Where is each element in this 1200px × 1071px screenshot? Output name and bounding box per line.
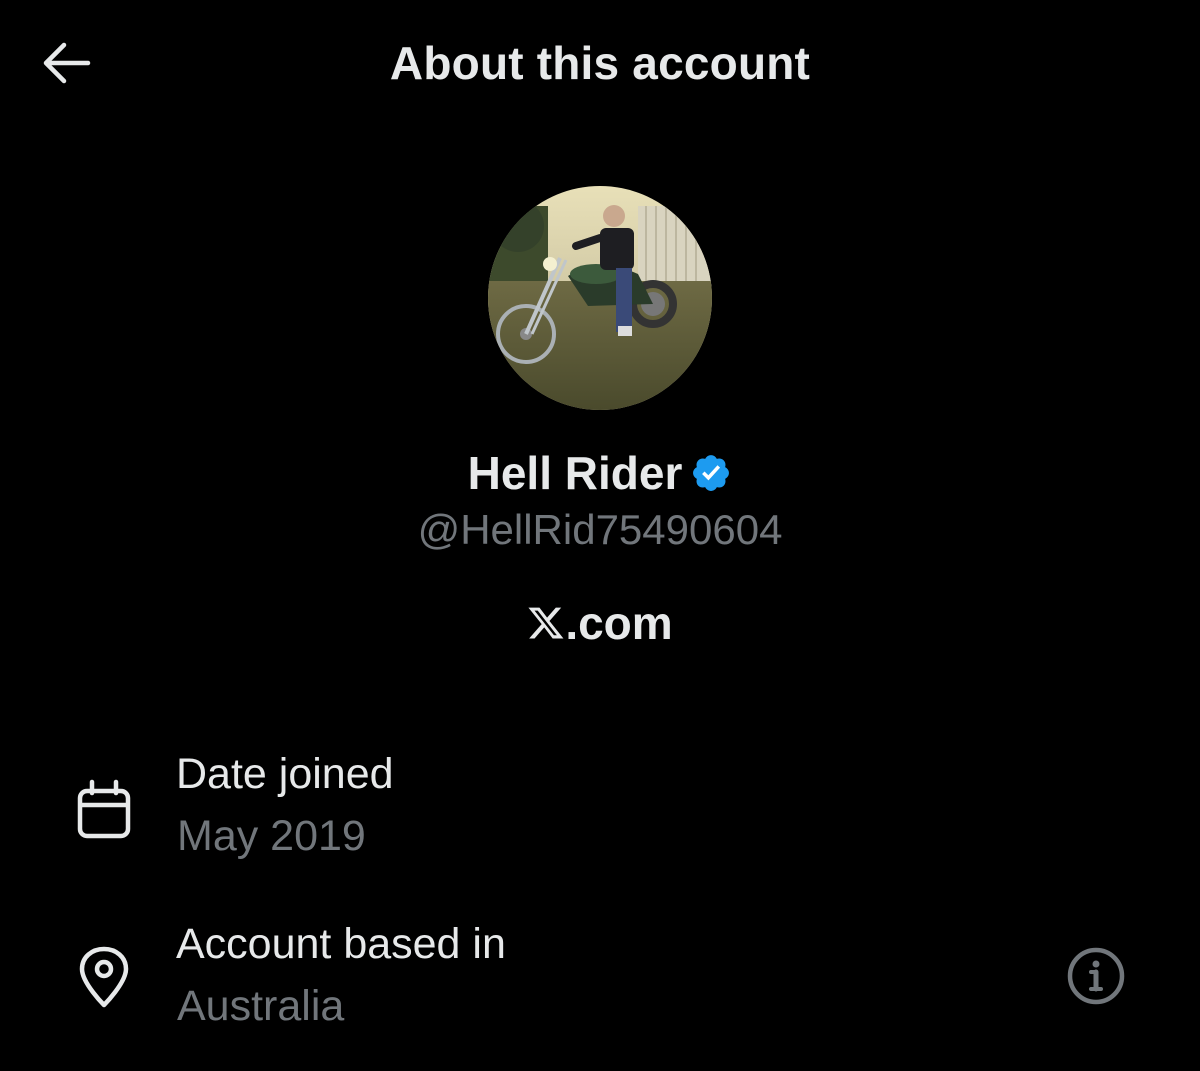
- account-based-in-label: Account based in: [176, 920, 506, 968]
- calendar-icon: [72, 778, 136, 842]
- name-row: Hell Rider: [0, 443, 1200, 503]
- date-joined-value: May 2019: [177, 812, 366, 860]
- avatar[interactable]: [488, 186, 712, 410]
- platform-text: .com: [565, 597, 673, 649]
- date-joined-row: Date joined May 2019: [0, 750, 1200, 870]
- user-handle: @HellRid75490604: [417, 506, 783, 553]
- date-joined-label: Date joined: [176, 750, 394, 798]
- account-based-in-value: Australia: [177, 982, 345, 1030]
- page-title: About this account: [389, 37, 811, 89]
- platform-label: .com: [0, 592, 1200, 654]
- account-based-in-row: Account based in Australia: [0, 920, 1200, 1040]
- x-logo-icon: [527, 604, 565, 642]
- verified-badge-icon[interactable]: [690, 452, 732, 494]
- location-pin-icon: [72, 945, 136, 1009]
- display-name: Hell Rider: [467, 447, 683, 499]
- avatar-photo: [488, 186, 712, 410]
- info-icon[interactable]: [1064, 944, 1128, 1008]
